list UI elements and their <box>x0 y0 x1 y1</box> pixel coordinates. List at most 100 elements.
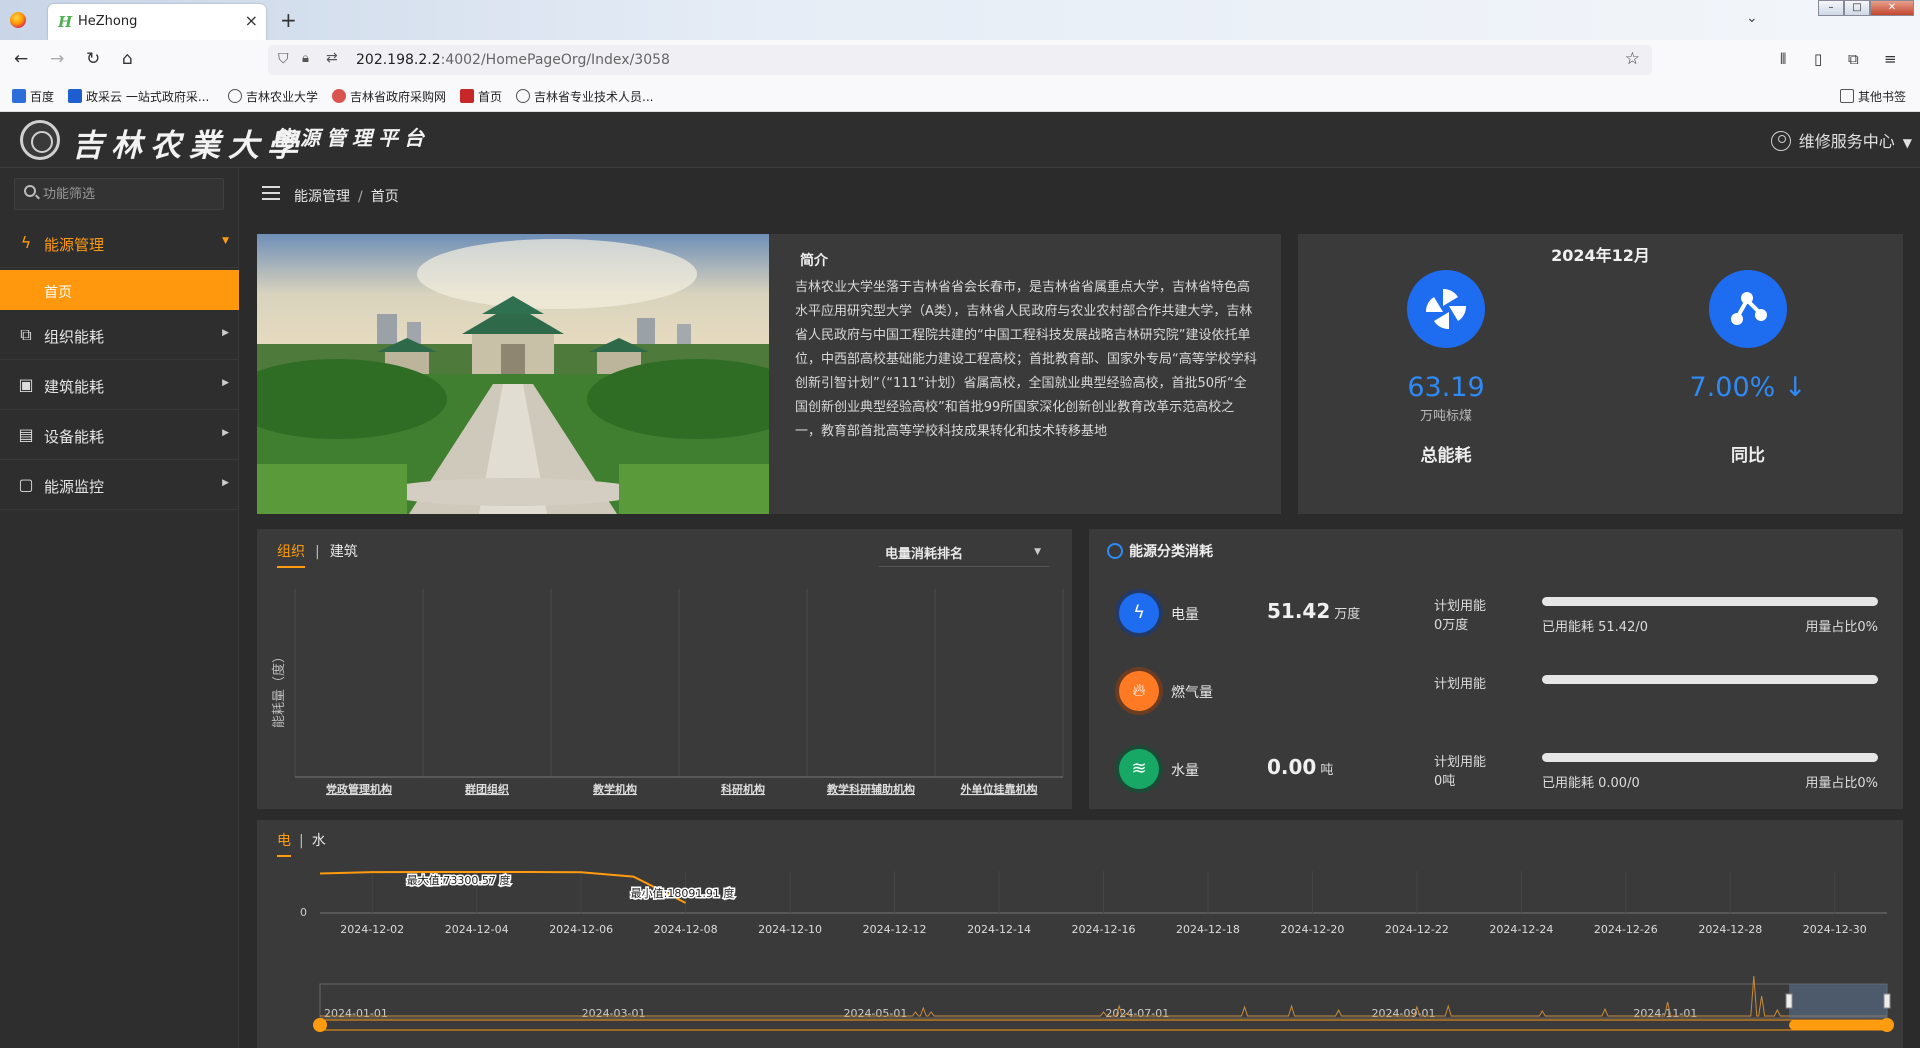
sidebar-item-label: 建筑能耗 <box>44 378 105 396</box>
globe-icon <box>516 89 530 103</box>
zoom-window <box>1789 984 1887 1018</box>
chevron-down-icon[interactable]: ⌄ <box>1746 10 1758 26</box>
browser-tab-bar: H HeZhong × + ⌄ – □ ✕ <box>0 0 1920 40</box>
ranking-tabs: 组织 | 建筑 <box>277 541 358 568</box>
zoom-scroll-end-handle <box>1880 1018 1894 1032</box>
bookmark-item[interactable]: 吉林省专业技术人员... <box>516 88 653 105</box>
minimize-button[interactable]: – <box>1818 0 1844 16</box>
zoom-handle-left <box>1785 993 1793 1009</box>
caret-down-icon: ▼ <box>1902 136 1912 150</box>
star-icon[interactable]: ☆ <box>1625 49 1640 69</box>
ranking-panel: 组织 | 建筑 电量消耗排名 ▼ 党政管理机构 群团组织 教学机构 科研机构 教学科研辅助机构… <box>257 529 1072 809</box>
x-tick-label: 2024-12-28 <box>1698 923 1762 936</box>
shield-icon[interactable]: ⛉ <box>278 51 289 67</box>
trend-panel: 电 | 水 0 2024-12-02 2024-12-04 2024-12-06 2024-… <box>257 820 1903 1048</box>
platform-name: 能源管理平台 <box>274 126 430 150</box>
category-title-text: 能源分类消耗 <box>1129 544 1213 560</box>
menu-icon[interactable]: ≡ <box>1884 50 1897 68</box>
tab-water[interactable]: 水 <box>312 833 326 849</box>
category-progress-bar <box>1542 597 1878 606</box>
category-name: 燃气量 <box>1171 685 1213 701</box>
sidebar-item-building[interactable]: ▣ 建筑能耗 ▶ <box>0 360 239 410</box>
sidebar-item-device[interactable]: ▤ 设备能耗 ▶ <box>0 410 239 460</box>
caret-down-icon: ▼ <box>1034 547 1041 557</box>
x-tick-label: 2024-12-18 <box>1176 923 1240 936</box>
category-plan: 计划用能 0吨 <box>1434 755 1487 789</box>
tab-title: HeZhong <box>78 14 138 29</box>
campus-photo <box>257 234 769 514</box>
category-title: 能源分类消耗 <box>1107 541 1213 561</box>
tab-org[interactable]: 组织 <box>277 544 305 568</box>
zoom-tick-label: 2024-09-01 <box>1372 1007 1436 1020</box>
extensions-icon[interactable]: ⧉ <box>1848 50 1859 68</box>
window-close-button[interactable]: ✕ <box>1870 0 1914 16</box>
bookmark-item[interactable]: 吉林农业大学 <box>228 88 318 105</box>
home-icon[interactable]: ⌂ <box>122 49 133 69</box>
yoy-unit <box>1638 405 1858 421</box>
category-value: 0.00 吨 <box>1267 755 1334 779</box>
function-search-input[interactable] <box>14 178 224 210</box>
new-tab-icon[interactable]: + <box>280 8 297 32</box>
ranking-select-value: 电量消耗排名 <box>885 547 964 562</box>
ranking-type-select[interactable]: 电量消耗排名 ▼ <box>879 537 1049 567</box>
x-tick-label: 2024-12-04 <box>445 923 509 936</box>
tab-building[interactable]: 建筑 <box>330 544 358 560</box>
tab-electricity[interactable]: 电 <box>277 833 291 857</box>
browser-tab[interactable]: H HeZhong × <box>48 4 266 40</box>
x-tick-label: 2024-12-20 <box>1280 923 1344 936</box>
ranking-bar-chart: 党政管理机构 群团组织 教学机构 科研机构 教学科研辅助机构 外单位挂靠机构 能耗量（度） <box>271 589 1064 796</box>
sidebar-item-org[interactable]: ⧉ 组织能耗 ▶ <box>0 310 239 360</box>
back-icon[interactable]: ← <box>14 49 28 69</box>
globe-icon <box>228 89 242 103</box>
school-logo <box>20 120 60 160</box>
reload-icon[interactable]: ↻ <box>86 49 100 69</box>
sidebar-icon[interactable]: ▯ <box>1814 50 1822 68</box>
hamburger-icon[interactable] <box>262 186 280 200</box>
browser-nav-bar: ← → ↻ ⌂ ⛉ 🔒︎ ⇄ 202.198.2.2:4002/HomePage… <box>0 40 1920 80</box>
sidebar-item-energy[interactable]: ϟ 能源管理 ▼ <box>0 218 239 268</box>
url-text[interactable]: 202.198.2.2:4002/HomePageOrg/Index/3058 <box>356 52 670 68</box>
service-center-menu[interactable]: 维修服务中心 ▼ <box>1770 128 1912 152</box>
x-tick-label: 外单位挂靠机构 <box>960 782 1038 796</box>
share-nodes-icon <box>1709 270 1787 348</box>
x-tick-label: 2024-12-12 <box>863 923 927 936</box>
category-row-electricity: ϟ 电量 51.42 万度 计划用能 0万度 已用能耗 51.42/0 用量占比0% <box>1089 589 1903 659</box>
address-bar[interactable]: ⛉ 🔒︎ ⇄ 202.198.2.2:4002/HomePageOrg/Inde… <box>268 45 1652 75</box>
caret-right-icon: ▶ <box>222 478 229 488</box>
bookmark-item[interactable]: 政采云 一站式政府采... <box>68 88 209 105</box>
x-tick-label: 教学科研辅助机构 <box>826 782 915 796</box>
yoy-stat: 7.00% ↓ 同比 <box>1638 270 1858 466</box>
library-icon[interactable]: ⫴ <box>1780 50 1786 68</box>
forward-icon[interactable]: → <box>50 49 64 69</box>
maximize-button[interactable]: □ <box>1844 0 1870 16</box>
zoom-handle-right <box>1883 993 1891 1009</box>
page-icon <box>460 89 474 103</box>
category-value: 51.42 万度 <box>1267 599 1361 623</box>
x-tick-label: 2024-12-26 <box>1594 923 1658 936</box>
lock-icon[interactable]: 🔒︎ <box>302 51 309 66</box>
y-axis-label: 能耗量（度） <box>271 650 287 728</box>
sidebar-item-monitor[interactable]: ▢ 能源监控 ▶ <box>0 460 239 510</box>
category-row-gas: 🔥︎ 燃气量 计划用能 <box>1089 667 1903 737</box>
bookmark-item[interactable]: 吉林省政府采购网 <box>332 88 446 105</box>
bookmark-item[interactable]: 首页 <box>460 88 502 105</box>
sidebar-item-home[interactable]: 首页 <box>0 270 239 310</box>
tab-close-icon[interactable]: × <box>245 11 258 30</box>
min-label: 最小值:18091.91 度 <box>631 886 735 900</box>
sidebar-item-label: 能源管理 <box>44 236 105 254</box>
breadcrumb-parent[interactable]: 能源管理 <box>294 189 350 205</box>
category-icon <box>1107 543 1123 559</box>
total-energy-label: 总能耗 <box>1420 446 1472 466</box>
tab-favicon-icon: H <box>58 13 73 31</box>
flame-icon: 🔥︎ <box>1119 671 1159 711</box>
bookmark-item[interactable]: 百度 <box>12 88 54 105</box>
other-bookmarks[interactable]: 其他书签 <box>1840 88 1906 105</box>
zoom-scroll-bar <box>1789 1020 1887 1030</box>
search-icon <box>24 185 36 197</box>
permissions-icon[interactable]: ⇄ <box>326 50 338 66</box>
user-icon <box>1770 131 1791 151</box>
zoom-tick-label: 2024-03-01 <box>582 1007 646 1020</box>
category-ratio: 用量占比0% <box>1805 620 1878 635</box>
trend-tabs: 电 | 水 <box>277 830 326 857</box>
yoy-label: 同比 <box>1731 446 1765 466</box>
